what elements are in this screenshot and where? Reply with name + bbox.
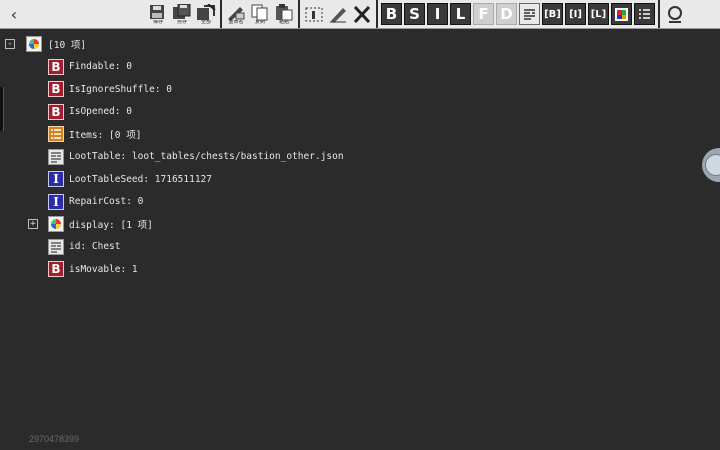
byte-tag-icon: B: [48, 81, 64, 98]
tree-root[interactable]: - [10 项]: [0, 33, 700, 56]
compound-icon: [26, 36, 42, 53]
copy-icon: [251, 4, 268, 20]
add-list-tag-button[interactable]: [634, 3, 655, 25]
tree-item-label: isMovable: 1: [69, 263, 138, 275]
save-as-icon: [173, 3, 191, 19]
tree-item-label: display: [1 项]: [69, 220, 153, 232]
add-long-array-tag-button[interactable]: [L]: [588, 3, 609, 25]
add-int-tag-button[interactable]: I: [427, 3, 448, 25]
save-all-icon: [197, 3, 216, 20]
add-string-tag-button[interactable]: [519, 3, 540, 25]
tree-item-id[interactable]: id: Chest: [0, 236, 700, 259]
byte-tag-icon: B: [48, 103, 64, 120]
copy-button[interactable]: 复制: [249, 2, 271, 26]
nbt-tree: - [10 项] B Findable: 0 B IsIgnoreShuffle…: [0, 33, 700, 281]
save-button[interactable]: 保存: [147, 2, 169, 26]
byte-tag-icon: B: [48, 261, 64, 278]
delete-button[interactable]: [351, 2, 373, 26]
search-icon: [668, 5, 682, 23]
add-byte-array-tag-button[interactable]: [B]: [542, 3, 563, 25]
tree-item-label: IsIgnoreShuffle: 0: [69, 83, 172, 95]
tree-item-label: Findable: 0: [69, 61, 132, 73]
add-byte-tag-button[interactable]: B: [381, 3, 402, 25]
add-double-tag-button[interactable]: D: [496, 3, 517, 25]
toolbar-divider: [376, 0, 378, 28]
nbt-editor-window: ‹ 保存 另存 全部 重命名 复制 粘贴 B S I L F D [B] [I]…: [0, 0, 720, 450]
tree-item-label: RepairCost: 0: [69, 196, 144, 208]
chevron-left-icon: ‹: [10, 4, 18, 24]
add-int-array-tag-button[interactable]: [I]: [565, 3, 586, 25]
tree-item-isopened[interactable]: B IsOpened: 0: [0, 101, 700, 124]
edit-value-button[interactable]: [327, 2, 349, 26]
tree-item-label: Items: [0 项]: [69, 130, 142, 142]
file-button-group: 保存 另存 全部: [146, 0, 218, 28]
save-label: 保存: [152, 19, 163, 25]
pencil-icon: [330, 7, 346, 23]
paste-label: 粘贴: [278, 19, 289, 25]
expand-toggle[interactable]: +: [28, 219, 38, 230]
tree-item-items[interactable]: Items: [0 项]: [0, 123, 700, 146]
toolbar-divider: [220, 0, 222, 28]
save-all-button[interactable]: 全部: [195, 2, 217, 26]
byte-tag-icon: B: [48, 58, 64, 75]
save-icon: [150, 4, 164, 19]
tree-root-label: [10 项]: [48, 40, 87, 52]
rename-button[interactable]: 重命名: [225, 2, 247, 26]
tree-item-label: IsOpened: 0: [69, 106, 132, 118]
string-tag-icon: [48, 148, 64, 165]
collapse-toggle[interactable]: -: [5, 39, 15, 50]
footer-id: 2970478399: [29, 434, 80, 444]
copy-label: 复制: [254, 19, 265, 25]
add-compound-tag-button[interactable]: [611, 3, 632, 25]
save-all-label: 全部: [200, 19, 211, 25]
paste-button[interactable]: 粘贴: [273, 2, 295, 26]
select-box-icon: [305, 7, 323, 21]
tree-item-loottableseed[interactable]: I LootTableSeed: 1716511127: [0, 168, 700, 191]
compound-icon: [48, 216, 64, 233]
compound-tag-icon: [615, 7, 628, 21]
save-as-button[interactable]: 另存: [171, 2, 193, 26]
edit-button-group: 重命名 复制 粘贴: [224, 0, 296, 28]
assistant-bubble-icon: [705, 154, 720, 176]
save-as-label: 另存: [176, 19, 187, 25]
toolbar-divider: [298, 0, 300, 28]
int-tag-icon: I: [48, 193, 64, 210]
search-button[interactable]: [664, 2, 686, 26]
tool-button-group: [302, 0, 374, 28]
tree-item-findable[interactable]: B Findable: 0: [0, 56, 700, 79]
tree-item-label: LootTableSeed: 1716511127: [69, 173, 212, 185]
toolbar-divider: [658, 0, 660, 28]
delete-icon: [353, 5, 371, 23]
tree-item-isignoreshuffle[interactable]: B IsIgnoreShuffle: 0: [0, 78, 700, 101]
add-short-tag-button[interactable]: S: [404, 3, 425, 25]
tag-type-button-group: B S I L F D [B] [I] [L]: [380, 0, 656, 28]
paste-icon: [276, 3, 293, 20]
string-tag-icon: [524, 8, 535, 20]
add-float-tag-button[interactable]: F: [473, 3, 494, 25]
rename-label: 重命名: [228, 19, 244, 25]
back-button[interactable]: ‹: [0, 0, 28, 28]
floating-assistant-tab[interactable]: [702, 148, 720, 182]
tree-item-label: id: Chest: [69, 241, 121, 253]
tree-item-label: LootTable: loot_tables/chests/bastion_ot…: [69, 151, 344, 163]
add-long-tag-button[interactable]: L: [450, 3, 471, 25]
tree-item-repaircost[interactable]: I RepairCost: 0: [0, 191, 700, 214]
string-tag-icon: [48, 238, 64, 255]
tree-item-ismovable[interactable]: B isMovable: 1: [0, 258, 700, 281]
int-tag-icon: I: [48, 171, 64, 188]
select-button[interactable]: [303, 2, 325, 26]
tree-item-display[interactable]: + display: [1 项]: [0, 213, 700, 236]
rename-icon: [228, 6, 245, 21]
list-tag-icon: [639, 8, 650, 19]
tree-item-loottable[interactable]: LootTable: loot_tables/chests/bastion_ot…: [0, 146, 700, 169]
list-tag-icon: [48, 126, 64, 143]
toolbar: ‹ 保存 另存 全部 重命名 复制 粘贴 B S I L F D [B] [I]…: [0, 0, 720, 29]
